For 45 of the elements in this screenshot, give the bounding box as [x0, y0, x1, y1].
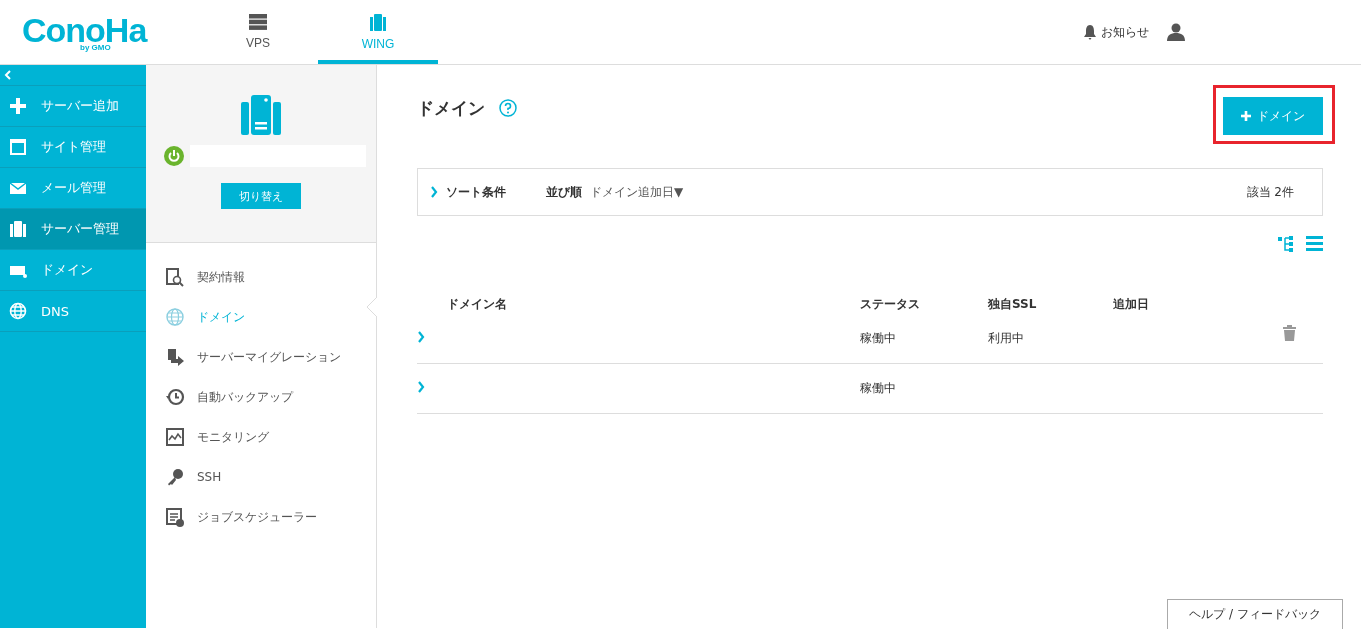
- server-menu-item[interactable]: ジョブスケジューラー: [146, 497, 376, 537]
- bell-icon: [1083, 24, 1097, 40]
- contract-search-icon: [166, 267, 185, 287]
- plus-icon: [9, 97, 27, 115]
- globe-icon: [9, 302, 27, 320]
- chevron-icon[interactable]: [430, 186, 438, 198]
- collapse-chevron-icon[interactable]: [4, 70, 11, 80]
- expand-chevron-icon[interactable]: [417, 331, 425, 343]
- list-view-icon[interactable]: [1306, 236, 1323, 251]
- status-cell: 稼働中: [860, 331, 896, 345]
- server-menu-item[interactable]: SSH: [146, 457, 376, 497]
- server-icon: [240, 95, 282, 135]
- column-header: 独自SSL: [988, 296, 1037, 311]
- server-menu-item[interactable]: 自動バックアップ: [146, 377, 376, 417]
- help-icon[interactable]: [499, 99, 517, 117]
- plus-icon: [1241, 111, 1251, 121]
- page-title: ドメイン: [417, 96, 485, 120]
- result-count: 該当 2件: [1246, 183, 1294, 201]
- server-icon: [369, 13, 387, 31]
- clock-icon: [166, 387, 185, 407]
- trash-icon[interactable]: [1283, 325, 1296, 341]
- server-menu-item[interactable]: サーバーマイグレーション: [146, 337, 376, 377]
- server-menu-item[interactable]: モニタリング: [146, 417, 376, 457]
- column-header: ステータス: [860, 296, 920, 311]
- server-rack-icon: [249, 14, 267, 30]
- nav-tab[interactable]: VPS: [198, 0, 318, 64]
- user-icon[interactable]: [1167, 23, 1185, 41]
- column-header: ドメイン名: [447, 296, 507, 311]
- server-menu-item[interactable]: 契約情報: [146, 257, 376, 297]
- status-cell: 稼働中: [860, 381, 896, 395]
- sort-label: ソート条件: [446, 183, 506, 201]
- order-dropdown[interactable]: ドメイン追加日▼: [590, 183, 684, 201]
- logo-subtitle: by GMO: [80, 42, 112, 52]
- chart-window-icon: [166, 427, 185, 447]
- help-feedback-button[interactable]: ヘルプ / フィードバック: [1167, 599, 1343, 629]
- notice-link[interactable]: お知らせ: [1083, 23, 1149, 41]
- order-label: 並び順: [546, 183, 582, 201]
- server-icon: [9, 220, 27, 238]
- expand-chevron-icon[interactable]: [417, 381, 425, 393]
- globe-icon: [166, 307, 185, 327]
- column-header: 追加日: [1113, 296, 1149, 311]
- window-icon: [9, 138, 27, 156]
- tree-view-icon[interactable]: [1278, 236, 1294, 252]
- ssl-cell: 利用中: [988, 331, 1024, 345]
- key-icon: [166, 467, 185, 487]
